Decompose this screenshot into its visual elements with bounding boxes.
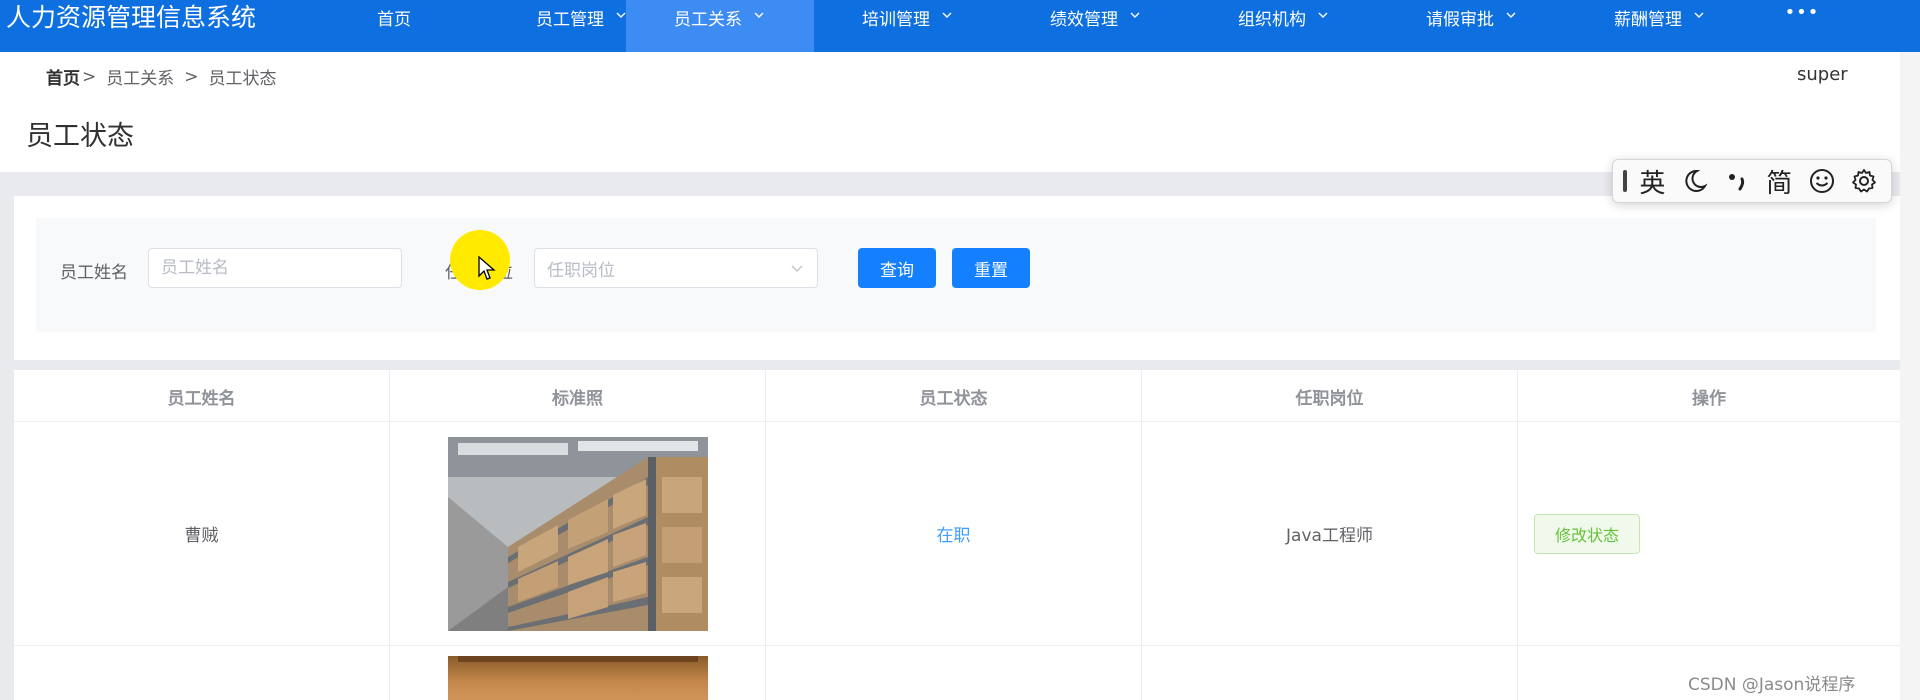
breadcrumb-level1: 员工关系 <box>106 69 175 89</box>
table-row: 曹贼 在职 Java工程师 修改状态 <box>14 422 1900 646</box>
warm-room-photo <box>447 656 708 700</box>
modify-status-button[interactable]: 修改状态 <box>1534 513 1641 554</box>
nav-item-home[interactable]: 首页 <box>300 0 488 52</box>
cell-post <box>1142 646 1518 700</box>
employee-status-table: 员工姓名 标准照 员工状态 任职岗位 操作 曹贼 在职 Java工程师 修改状态 <box>14 370 1900 700</box>
column-header-name: 员工姓名 <box>14 370 390 422</box>
moon-icon[interactable] <box>1678 164 1712 198</box>
nav-item-label: 薪酬管理 <box>1614 10 1682 30</box>
nav-item-training-management[interactable]: 培训管理 <box>814 0 1002 52</box>
nav-item-organization[interactable]: 组织机构 <box>1190 0 1378 52</box>
chevron-down-icon <box>1506 12 1516 18</box>
cell-name <box>14 646 390 700</box>
app-title: 人力资源管理信息系统 <box>6 3 257 32</box>
query-button[interactable]: 查询 <box>858 248 936 288</box>
nav-item-label: 绩效管理 <box>1050 10 1118 30</box>
mouse-cursor-icon <box>478 256 496 280</box>
user-name[interactable]: super <box>1797 64 1848 85</box>
nav-item-label: 员工管理 <box>536 10 604 30</box>
post-select[interactable]: 任职岗位 <box>534 248 818 288</box>
breadcrumb-home[interactable]: 首页 <box>46 64 80 89</box>
table-header: 员工姓名 标准照 员工状态 任职岗位 操作 <box>14 370 1900 422</box>
punctuation-icon[interactable] <box>1720 164 1754 198</box>
cell-post: Java工程师 <box>1142 422 1518 645</box>
breadcrumb-separator: > <box>82 66 97 87</box>
nav-item-label: 员工关系 <box>674 10 742 30</box>
reset-button[interactable]: 重置 <box>952 248 1030 288</box>
status-text: 在职 <box>936 526 971 546</box>
nav-item-performance-management[interactable]: 绩效管理 <box>1002 0 1190 52</box>
employee-name-label: 员工姓名 <box>60 263 128 283</box>
ime-toolbar: 英 简 <box>1612 159 1892 203</box>
cell-photo <box>390 422 766 645</box>
nav-item-label: 培训管理 <box>862 10 930 30</box>
search-panel: 员工姓名 任职岗位 任职岗位 查询 重置 <box>14 196 1900 360</box>
gear-icon[interactable] <box>1847 164 1881 198</box>
cell-action: 修改状态 <box>1518 422 1900 645</box>
nav-item-label: 组织机构 <box>1238 10 1306 30</box>
ime-drag-handle[interactable] <box>1623 170 1628 192</box>
employee-name-input[interactable] <box>148 248 402 288</box>
breadcrumb-level2: 员工状态 <box>208 69 277 89</box>
column-header-post: 任职岗位 <box>1142 370 1518 422</box>
chevron-down-icon <box>1694 12 1704 18</box>
page-right-edge <box>1900 52 1920 700</box>
column-header-status: 员工状态 <box>766 370 1142 422</box>
nav-item-employee-relations[interactable]: 员工关系 <box>626 0 814 52</box>
cell-status <box>766 646 1142 700</box>
ime-script-toggle[interactable]: 简 <box>1762 164 1796 199</box>
chevron-down-icon <box>754 12 764 18</box>
breadcrumb: 首页 > 员工关系 > 员工状态 <box>46 64 277 90</box>
chevron-down-icon <box>791 265 803 273</box>
nav-item-label: 请假审批 <box>1426 10 1494 30</box>
warehouse-shelves-photo <box>447 436 708 631</box>
nav-item-salary-management[interactable]: 薪酬管理 <box>1566 0 1754 52</box>
smiley-icon[interactable] <box>1805 164 1839 198</box>
nav-item-leave-approval[interactable]: 请假审批 <box>1378 0 1566 52</box>
nav-item-label: 首页 <box>377 10 411 30</box>
top-nav: 人力资源管理信息系统 首页 员工管理 员工关系 培训管理 绩效管理 组织机构 请… <box>0 0 1920 52</box>
search-form: 员工姓名 任职岗位 任职岗位 查询 重置 <box>36 218 1876 332</box>
cell-name: 曹贼 <box>14 422 390 645</box>
page-title: 员工状态 <box>26 121 134 152</box>
breadcrumb-separator: > <box>184 66 199 87</box>
column-header-photo: 标准照 <box>390 370 766 422</box>
chevron-down-icon <box>1130 12 1140 18</box>
cell-photo <box>390 646 766 700</box>
column-header-action: 操作 <box>1692 388 1726 409</box>
chevron-down-icon <box>1318 12 1328 18</box>
watermark: CSDN @Jason说程序 <box>1688 675 1856 695</box>
table-row <box>14 646 1900 700</box>
header-panel: 首页 > 员工关系 > 员工状态 super 员工状态 <box>0 52 1900 172</box>
cell-status: 在职 <box>766 422 1142 645</box>
ime-lang-toggle[interactable]: 英 <box>1635 164 1669 199</box>
nav-more-menu[interactable]: ••• <box>1782 2 1822 32</box>
chevron-down-icon <box>942 12 952 18</box>
post-select-placeholder: 任职岗位 <box>547 260 615 281</box>
